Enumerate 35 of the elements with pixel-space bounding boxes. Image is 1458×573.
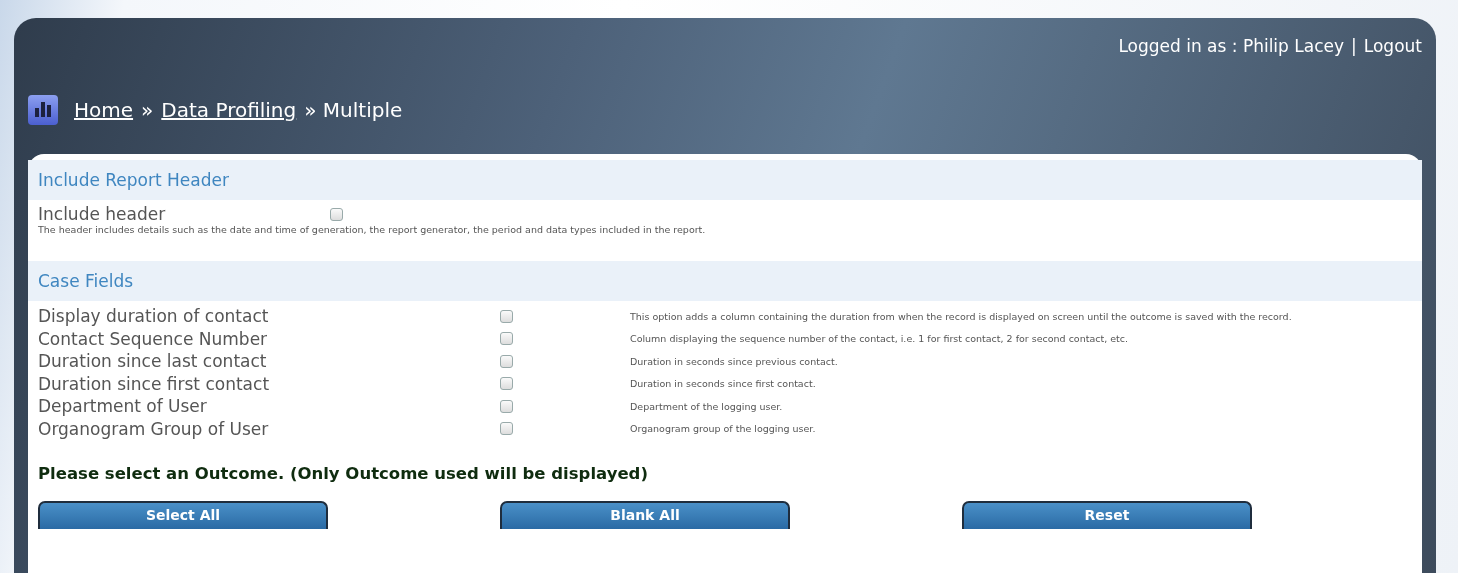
field-label: Contact Sequence Number (38, 328, 269, 349)
outcome-prompt: Please select an Outcome. (Only Outcome used will be displayed) (37, 463, 649, 485)
action-button[interactable]: Select All (38, 501, 328, 529)
section-title: Include Report Header (28, 160, 1422, 200)
breadcrumb-link[interactable]: Data Profiling (161, 98, 297, 122)
field-label: Duration since last contact (38, 351, 268, 372)
field-description: Duration in seconds since first contact. (630, 378, 817, 390)
login-status: Logged in as : Philip Lacey (1118, 36, 1345, 56)
checkbox[interactable] (500, 332, 513, 346)
option-description: The header includes details such as the date and time of generation, the report generator, the period and data types included in the report. (37, 224, 707, 235)
checkbox[interactable] (500, 309, 513, 323)
field-description: Duration in seconds since previous contact. (630, 355, 839, 367)
field-description: This option adds a column containing the duration from when the record is displayed on screen until the outcome is saved with the record. (630, 310, 1293, 322)
field-description: Organogram group of the logging user. (630, 423, 817, 435)
logout-link[interactable]: Logout (1363, 36, 1422, 56)
field-label: Organogram Group of User (38, 418, 270, 439)
separator: | (1351, 36, 1357, 56)
option-label: Include header (38, 204, 167, 224)
section-title: Case Fields (28, 261, 1422, 301)
field-label: Department of User (38, 396, 208, 417)
checkbox[interactable] (500, 422, 513, 436)
action-button[interactable]: Reset (962, 501, 1252, 529)
bar-chart-icon (28, 95, 58, 125)
checkbox[interactable] (500, 354, 513, 368)
checkbox[interactable] (500, 399, 513, 413)
breadcrumb-text: » (141, 98, 154, 122)
breadcrumb-link[interactable]: Home (74, 98, 134, 122)
checkbox[interactable] (330, 207, 343, 221)
field-description: Department of the logging user. (630, 400, 784, 412)
field-label: Duration since first contact (38, 373, 271, 394)
field-description: Column displaying the sequence number of the contact, i.e. 1 for first contact, 2 for second contact, etc. (630, 333, 1130, 345)
action-button[interactable]: Blank All (500, 501, 790, 529)
checkbox[interactable] (500, 377, 513, 391)
breadcrumb-text: » Multiple (304, 98, 403, 122)
field-label: Display duration of contact (38, 306, 270, 327)
